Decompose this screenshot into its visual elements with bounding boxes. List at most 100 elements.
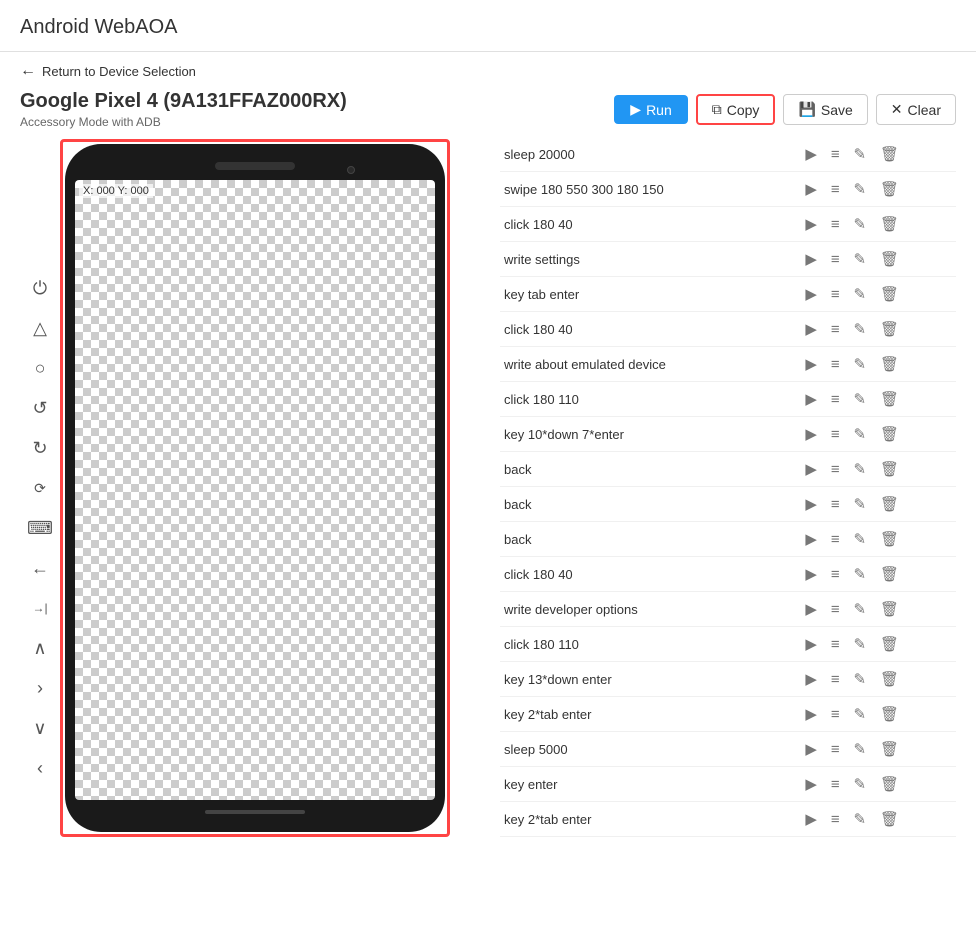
list-command-button[interactable]: ≡ xyxy=(826,354,845,375)
list-command-button[interactable]: ≡ xyxy=(826,284,845,305)
run-command-button[interactable]: ▶ xyxy=(800,668,822,690)
edit-command-button[interactable]: ✎ xyxy=(848,808,871,830)
delete-command-button[interactable]: 🗑 xyxy=(875,283,904,305)
run-command-button[interactable]: ▶ xyxy=(800,808,822,830)
list-command-button[interactable]: ≡ xyxy=(826,144,845,165)
list-command-button[interactable]: ≡ xyxy=(826,459,845,480)
edit-command-button[interactable]: ✎ xyxy=(848,388,871,410)
triangle-icon[interactable]: △ xyxy=(26,314,54,342)
chevron-right-icon[interactable]: › xyxy=(26,674,54,702)
run-command-button[interactable]: ▶ xyxy=(800,353,822,375)
delete-command-button[interactable]: 🗑 xyxy=(875,528,904,550)
run-command-button[interactable]: ▶ xyxy=(800,283,822,305)
list-command-button[interactable]: ≡ xyxy=(826,214,845,235)
arrow-right-icon[interactable]: →| xyxy=(26,594,54,622)
edit-command-button[interactable]: ✎ xyxy=(848,493,871,515)
edit-command-button[interactable]: ✎ xyxy=(848,528,871,550)
copy-button[interactable]: ⧉ Copy xyxy=(696,94,776,125)
delete-command-button[interactable]: 🗑 xyxy=(875,388,904,410)
edit-command-button[interactable]: ✎ xyxy=(848,668,871,690)
rotate-cw-icon[interactable]: ↻ xyxy=(26,434,54,462)
run-command-button[interactable]: ▶ xyxy=(800,178,822,200)
chevron-up-icon[interactable]: ∧ xyxy=(26,634,54,662)
delete-command-button[interactable]: 🗑 xyxy=(875,493,904,515)
delete-command-button[interactable]: 🗑 xyxy=(875,213,904,235)
phone-screen[interactable]: X: 000 Y: 000 xyxy=(75,180,435,800)
edit-command-button[interactable]: ✎ xyxy=(848,283,871,305)
save-button[interactable]: 💾 Save xyxy=(783,94,867,125)
list-command-button[interactable]: ≡ xyxy=(826,389,845,410)
clear-button[interactable]: ✕ Clear xyxy=(876,94,956,125)
edit-command-button[interactable]: ✎ xyxy=(848,318,871,340)
edit-command-button[interactable]: ✎ xyxy=(848,248,871,270)
run-button[interactable]: ▶ Run xyxy=(614,95,687,124)
chevron-left-icon[interactable]: ‹ xyxy=(26,754,54,782)
delete-command-button[interactable]: 🗑 xyxy=(875,668,904,690)
edit-command-button[interactable]: ✎ xyxy=(848,213,871,235)
delete-command-button[interactable]: 🗑 xyxy=(875,703,904,725)
list-command-button[interactable]: ≡ xyxy=(826,669,845,690)
list-command-button[interactable]: ≡ xyxy=(826,704,845,725)
delete-command-button[interactable]: 🗑 xyxy=(875,423,904,445)
run-command-button[interactable]: ▶ xyxy=(800,493,822,515)
run-command-button[interactable]: ▶ xyxy=(800,528,822,550)
edit-command-button[interactable]: ✎ xyxy=(848,423,871,445)
list-command-button[interactable]: ≡ xyxy=(826,809,845,830)
run-command-button[interactable]: ▶ xyxy=(800,703,822,725)
list-command-button[interactable]: ≡ xyxy=(826,599,845,620)
run-command-button[interactable]: ▶ xyxy=(800,738,822,760)
list-command-button[interactable]: ≡ xyxy=(826,529,845,550)
run-command-button[interactable]: ▶ xyxy=(800,598,822,620)
list-command-button[interactable]: ≡ xyxy=(826,424,845,445)
rotate-lock-icon[interactable]: ⟳ xyxy=(26,474,54,502)
edit-command-button[interactable]: ✎ xyxy=(848,703,871,725)
back-nav[interactable]: ← Return to Device Selection xyxy=(0,52,976,90)
run-command-button[interactable]: ▶ xyxy=(800,213,822,235)
delete-command-button[interactable]: 🗑 xyxy=(875,738,904,760)
delete-command-button[interactable]: 🗑 xyxy=(875,598,904,620)
delete-command-button[interactable]: 🗑 xyxy=(875,633,904,655)
run-command-button[interactable]: ▶ xyxy=(800,248,822,270)
delete-command-button[interactable]: 🗑 xyxy=(875,178,904,200)
list-command-button[interactable]: ≡ xyxy=(826,249,845,270)
arrow-left-icon[interactable]: ← xyxy=(26,554,54,582)
delete-command-button[interactable]: 🗑 xyxy=(875,143,904,165)
run-command-button[interactable]: ▶ xyxy=(800,633,822,655)
list-command-button[interactable]: ≡ xyxy=(826,319,845,340)
delete-command-button[interactable]: 🗑 xyxy=(875,563,904,585)
list-command-button[interactable]: ≡ xyxy=(826,564,845,585)
rotate-ccw-icon[interactable]: ↺ xyxy=(26,394,54,422)
chevron-down-icon[interactable]: ∨ xyxy=(26,714,54,742)
list-command-button[interactable]: ≡ xyxy=(826,494,845,515)
run-command-button[interactable]: ▶ xyxy=(800,423,822,445)
list-command-button[interactable]: ≡ xyxy=(826,739,845,760)
edit-command-button[interactable]: ✎ xyxy=(848,458,871,480)
delete-command-button[interactable]: 🗑 xyxy=(875,248,904,270)
list-command-button[interactable]: ≡ xyxy=(826,634,845,655)
power-icon[interactable]: ⏻ xyxy=(26,274,54,302)
delete-command-button[interactable]: 🗑 xyxy=(875,318,904,340)
clear-icon: ✕ xyxy=(891,101,903,118)
list-command-button[interactable]: ≡ xyxy=(826,774,845,795)
edit-command-button[interactable]: ✎ xyxy=(848,353,871,375)
edit-command-button[interactable]: ✎ xyxy=(848,738,871,760)
edit-command-button[interactable]: ✎ xyxy=(848,143,871,165)
run-command-button[interactable]: ▶ xyxy=(800,143,822,165)
run-command-button[interactable]: ▶ xyxy=(800,388,822,410)
delete-command-button[interactable]: 🗑 xyxy=(875,458,904,480)
edit-command-button[interactable]: ✎ xyxy=(848,178,871,200)
run-command-button[interactable]: ▶ xyxy=(800,563,822,585)
list-command-button[interactable]: ≡ xyxy=(826,179,845,200)
edit-command-button[interactable]: ✎ xyxy=(848,598,871,620)
edit-command-button[interactable]: ✎ xyxy=(848,633,871,655)
edit-command-button[interactable]: ✎ xyxy=(848,563,871,585)
delete-command-button[interactable]: 🗑 xyxy=(875,808,904,830)
delete-command-button[interactable]: 🗑 xyxy=(875,773,904,795)
run-command-button[interactable]: ▶ xyxy=(800,773,822,795)
run-command-button[interactable]: ▶ xyxy=(800,458,822,480)
keyboard-icon[interactable]: ⌨ xyxy=(26,514,54,542)
edit-command-button[interactable]: ✎ xyxy=(848,773,871,795)
delete-command-button[interactable]: 🗑 xyxy=(875,353,904,375)
run-command-button[interactable]: ▶ xyxy=(800,318,822,340)
circle-icon[interactable]: ○ xyxy=(26,354,54,382)
